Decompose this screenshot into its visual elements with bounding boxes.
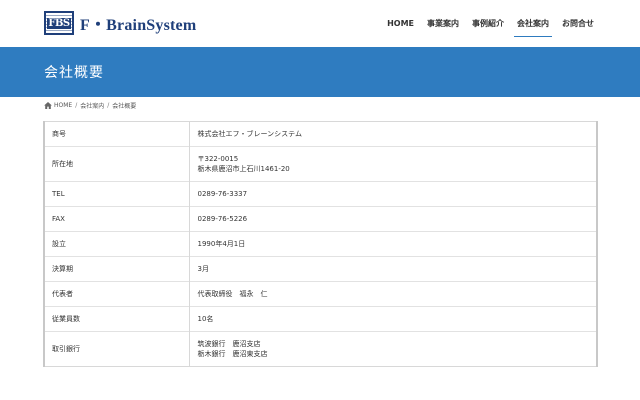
breadcrumb-company[interactable]: 会社案内 [80,101,104,110]
row-label: 商号 [44,121,190,147]
row-value-line: 筑波銀行 鹿沼支店 [197,340,261,348]
row-label: 代表者 [44,281,190,307]
row-value-line: 3月 [197,265,209,273]
row-value-line: 0289-76-5226 [197,215,248,223]
table-row: 設立 1990年4月1日 [44,231,597,257]
row-value-line: 〒322-0015 [197,155,239,163]
site-logo[interactable]: FBS F・BrainSystem [44,11,196,35]
nav-item-contact[interactable]: お問合せ [562,0,594,47]
row-value-line: 10名 [197,315,214,323]
row-value-line: 1990年4月1日 [197,240,246,248]
page-title-banner: 会社概要 [0,47,640,97]
row-label: TEL [44,181,190,207]
row-label: FAX [44,206,190,232]
breadcrumb-home[interactable]: HOME [54,102,72,109]
row-label: 決算期 [44,256,190,282]
row-value: 0289-76-3337 [189,181,597,207]
table-row: 決算期 3月 [44,256,597,282]
row-value: 株式会社エフ・ブレーンシステム [189,122,597,147]
row-label: 所在地 [44,146,190,182]
nav-item-company[interactable]: 会社案内 [514,0,552,47]
nav-item-services[interactable]: 事業案内 [427,0,459,47]
breadcrumb-current: 会社概要 [112,102,137,110]
row-label: 取引銀行 [44,331,190,367]
nav-item-cases[interactable]: 事例紹介 [472,0,504,47]
breadcrumb-separator: / [75,101,78,109]
page-title: 会社概要 [44,65,104,81]
logo-text: F・BrainSystem [80,17,197,34]
row-label: 設立 [44,231,190,257]
breadcrumb-separator: / [107,101,110,109]
row-value: 3月 [189,256,597,282]
row-value: 代表取締役 福永 仁 [189,281,597,307]
table-row: 所在地 〒322-0015 栃木県鹿沼市上石川1461-20 [44,146,597,182]
company-info-table: 商号 株式会社エフ・ブレーンシステム 所在地 〒322-0015 栃木県鹿沼市上… [43,121,598,367]
site-header: FBS F・BrainSystem HOME 事業案内 事例紹介 会社案内 お問… [0,0,640,47]
row-value-line: 0289-76-3337 [197,190,248,198]
logo-mark-text: FBS [47,17,71,29]
home-icon [44,101,52,109]
row-value: 0289-76-5226 [189,206,597,232]
row-value-line: 栃木県鹿沼市上石川1461-20 [197,165,290,173]
breadcrumb: HOME / 会社案内 / 会社概要 [44,100,136,110]
table-row: FAX 0289-76-5226 [44,206,597,232]
row-value: 〒322-0015 栃木県鹿沼市上石川1461-20 [189,146,597,182]
logo-mark-icon: FBS [44,11,74,35]
table-row: 取引銀行 筑波銀行 鹿沼支店 栃木銀行 鹿沼東支店 [44,331,597,367]
table-row: 商号 株式会社エフ・ブレーンシステム [44,121,597,147]
table-row: 従業員数 10名 [44,306,597,332]
table-row: 代表者 代表取締役 福永 仁 [44,281,597,307]
nav-item-home[interactable]: HOME [387,0,414,47]
row-value-line: 栃木銀行 鹿沼東支店 [197,350,268,358]
table-row: TEL 0289-76-3337 [44,181,597,207]
row-value: 1990年4月1日 [189,231,597,257]
row-label: 従業員数 [44,306,190,332]
row-value: 10名 [189,306,597,332]
row-value-line: 代表取締役 福永 仁 [197,290,268,298]
row-value: 筑波銀行 鹿沼支店 栃木銀行 鹿沼東支店 [189,331,597,367]
main-nav: HOME 事業案内 事例紹介 会社案内 お問合せ [374,0,594,47]
row-value-line: 株式会社エフ・ブレーンシステム [197,130,302,138]
